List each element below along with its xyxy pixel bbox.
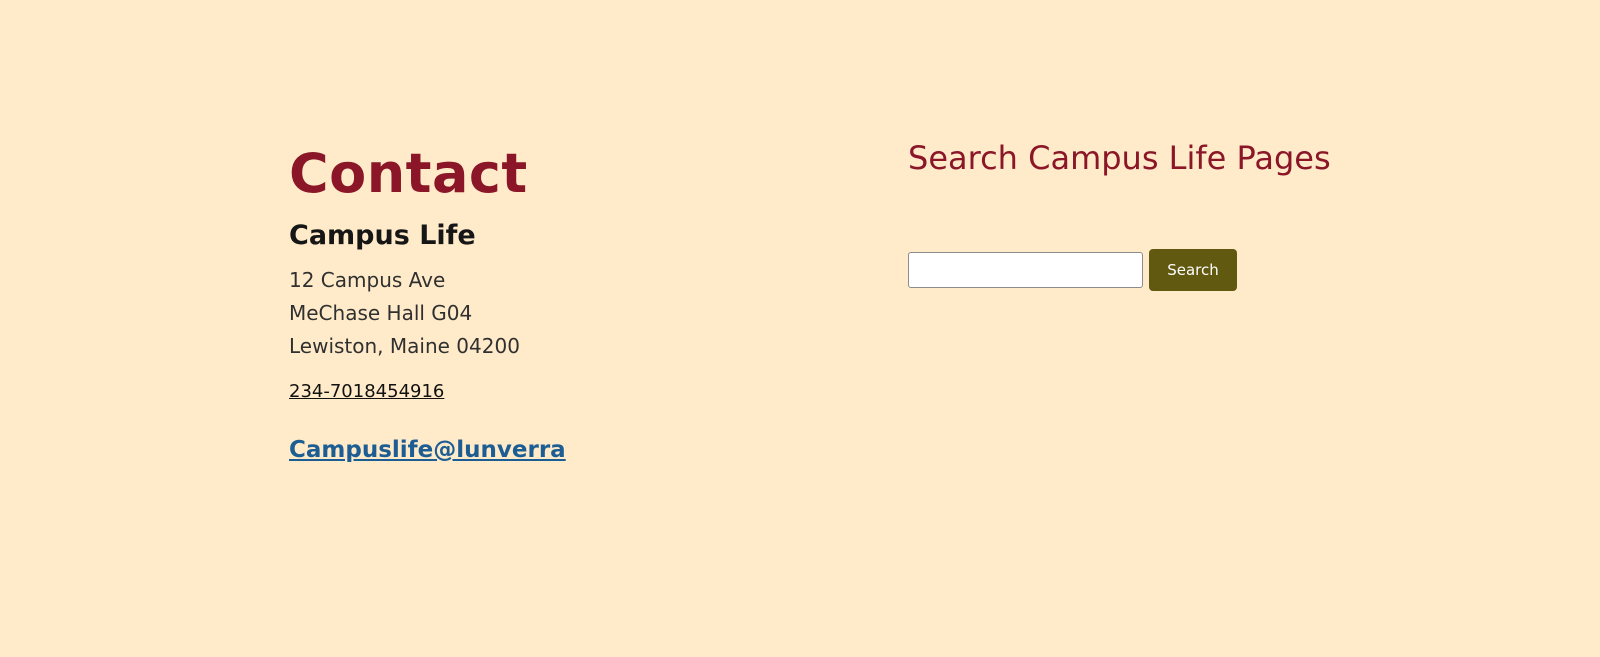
email-wrapper: Campuslife@lunverra <box>289 435 849 465</box>
contact-section: Contact Campus Life 12 Campus Ave MeChas… <box>289 138 849 465</box>
address-line-city: Lewiston, Maine 04200 <box>289 334 520 358</box>
contact-title: Contact <box>289 142 528 205</box>
search-section: Search Campus Life Pages Search <box>908 132 1468 291</box>
address-line-street: 12 Campus Ave <box>289 268 446 292</box>
search-heading: Search Campus Life Pages <box>908 139 1331 177</box>
office-name: Campus Life <box>289 220 476 251</box>
search-form: Search <box>908 249 1237 291</box>
search-button[interactable]: Search <box>1149 249 1237 291</box>
address-line-building: MeChase Hall G04 <box>289 301 473 325</box>
search-input[interactable] <box>908 252 1143 288</box>
address-block: 12 Campus Ave MeChase Hall G04 Lewiston,… <box>289 264 849 363</box>
phone-link[interactable]: 234-7018454916 <box>289 379 444 405</box>
email-link[interactable]: Campuslife@lunverra <box>289 437 566 463</box>
